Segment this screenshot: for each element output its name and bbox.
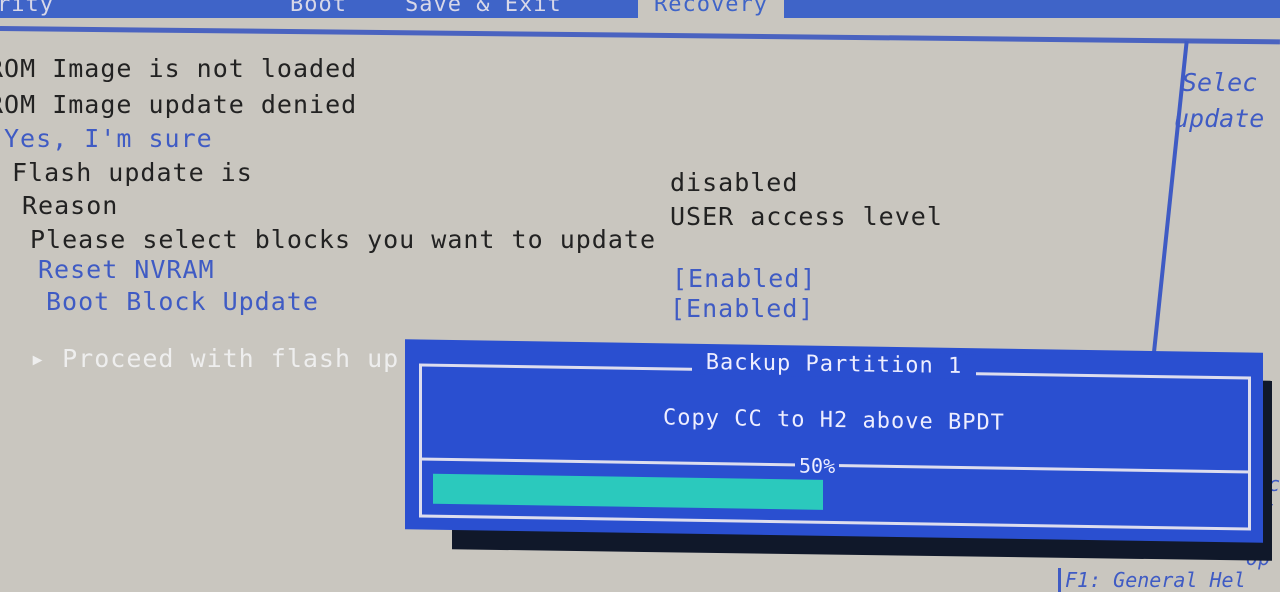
yes-sure-text[interactable]: Yes, I'm sure	[4, 124, 213, 153]
progress-label: 50%	[795, 453, 840, 479]
boot-block-label[interactable]: Boot Block Update	[46, 287, 319, 316]
reason-label: Reason	[22, 191, 119, 220]
flash-label: Flash update is	[12, 158, 253, 187]
help-text-1: Selec	[1182, 68, 1258, 97]
tab-security[interactable]: Security	[0, 0, 54, 17]
tab-bar: Security Boot Save & Exit Recovery	[0, 0, 1280, 18]
proceed-label: Proceed with flash up	[62, 344, 400, 373]
proceed-item[interactable]: ▸ Proceed with flash up	[30, 344, 399, 373]
progress-fill	[433, 473, 823, 510]
f1-help: F1: General Hel	[1058, 568, 1246, 592]
tab-save-exit[interactable]: Save & Exit	[405, 0, 562, 17]
tab-boot[interactable]: Boot	[290, 0, 347, 17]
triangle-right-icon: ▸	[30, 344, 63, 373]
progress-dialog: Backup Partition 1 Copy CC to H2 above B…	[405, 339, 1263, 543]
divider	[0, 26, 1280, 45]
reset-nvram-value[interactable]: [Enabled]	[672, 264, 816, 293]
reset-nvram-label[interactable]: Reset NVRAM	[38, 255, 215, 284]
flash-value: disabled	[670, 168, 799, 197]
reason-value: USER access level	[670, 202, 943, 231]
rom-not-loaded-text: ROM Image is not loaded	[0, 54, 358, 83]
boot-block-value[interactable]: [Enabled]	[670, 294, 814, 323]
help-text-2: update	[1174, 104, 1265, 133]
rom-denied-text: ROM Image update denied	[0, 90, 358, 119]
select-blocks-text: Please select blocks you want to update	[30, 225, 656, 254]
tab-recovery[interactable]: Recovery	[638, 0, 784, 18]
dialog-title-text: Backup Partition 1	[691, 349, 977, 380]
